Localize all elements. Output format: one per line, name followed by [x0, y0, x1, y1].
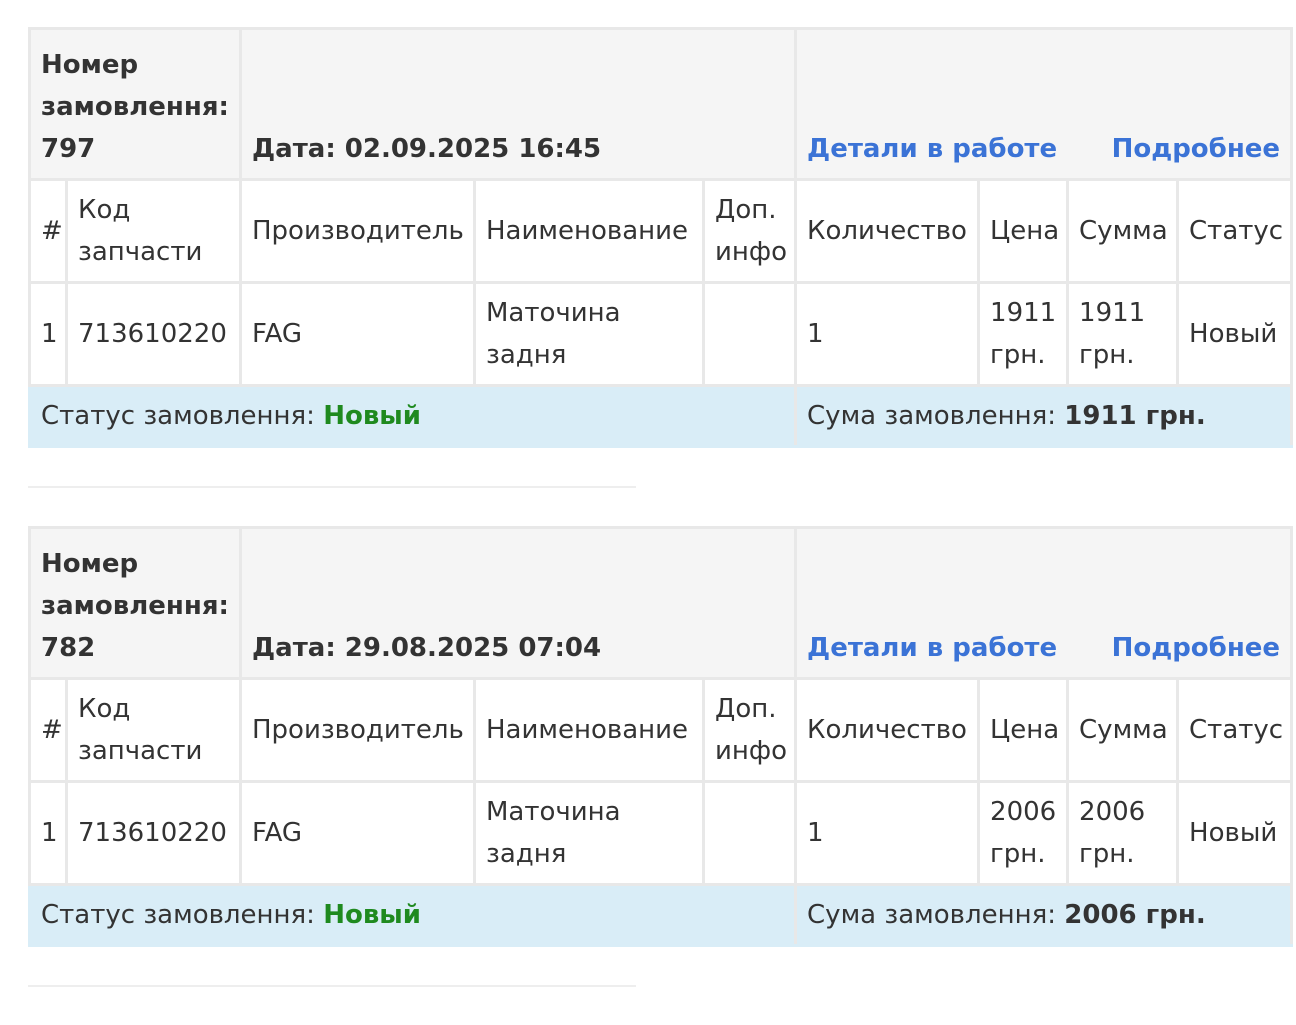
- order-number: 782: [41, 633, 96, 663]
- item-index: 1: [28, 281, 68, 387]
- order-footer-row: Статус замовлення: Новый Сума замовлення…: [27, 384, 1294, 448]
- details-link[interactable]: Подробнее: [1112, 128, 1280, 170]
- item-name: Маточина задня: [473, 780, 705, 886]
- col-extra-header: Доп. инфо: [701, 178, 798, 284]
- col-status-header: Статус: [1176, 178, 1294, 284]
- order-number: 797: [41, 134, 96, 164]
- order-links-cell: Детали в работе Подробнее: [794, 27, 1294, 181]
- item-status: Новый: [1176, 780, 1294, 886]
- item-price: 1911 грн.: [977, 281, 1070, 387]
- item-status: Новый: [1176, 281, 1294, 387]
- order-table: Номер замовлення: 797 Дата: 02.09.2025 1…: [27, 27, 1294, 448]
- column-header-row: # Код запчасти Производитель Наименовани…: [28, 178, 1294, 284]
- order-total-label: Сума замовлення:: [807, 401, 1056, 431]
- order-total-value: 1911 грн.: [1064, 401, 1206, 431]
- col-code-header: Код запчасти: [65, 178, 242, 284]
- order-card: Номер замовлення: 797 Дата: 02.09.2025 1…: [27, 27, 1294, 488]
- table-row: 1 713610220 FAG Маточина задня 1 2006 гр…: [28, 780, 1294, 886]
- order-date-label: Дата:: [252, 134, 336, 164]
- item-manufacturer: FAG: [239, 281, 476, 387]
- order-date-label: Дата:: [252, 633, 336, 663]
- order-table: Номер замовлення: 782 Дата: 29.08.2025 0…: [27, 526, 1294, 947]
- order-total-cell: Сума замовлення: 1911 грн.: [794, 384, 1294, 448]
- col-name-header: Наименование: [473, 677, 705, 783]
- order-status-label: Статус замовлення:: [41, 900, 315, 930]
- order-number-label: Номер замовлення:: [41, 549, 229, 621]
- column-header-row: # Код запчасти Производитель Наименовани…: [28, 677, 1294, 783]
- order-number-cell: Номер замовлення: 797: [28, 27, 242, 181]
- order-header-row: Номер замовлення: 782 Дата: 29.08.2025 0…: [28, 526, 1294, 680]
- order-total-cell: Сума замовлення: 2006 грн.: [794, 883, 1294, 947]
- item-sum: 2006 грн.: [1066, 780, 1180, 886]
- order-status-cell: Статус замовлення: Новый: [27, 883, 798, 947]
- col-price-header: Цена: [977, 178, 1070, 284]
- orders-list: Номер замовлення: 797 Дата: 02.09.2025 1…: [27, 27, 1294, 1025]
- col-sum-header: Сумма: [1066, 677, 1180, 783]
- item-extra: [701, 780, 798, 886]
- item-price: 2006 грн.: [977, 780, 1070, 886]
- col-status-header: Статус: [1176, 677, 1294, 783]
- item-quantity: 1: [794, 780, 981, 886]
- order-footer-row: Статус замовлення: Новый Сума замовлення…: [27, 883, 1294, 947]
- item-extra: [701, 281, 798, 387]
- order-status-value: Новый: [323, 900, 422, 930]
- item-sum: 1911 грн.: [1066, 281, 1180, 387]
- col-name-header: Наименование: [473, 178, 705, 284]
- col-index-header: #: [28, 677, 68, 783]
- col-manufacturer-header: Производитель: [239, 677, 476, 783]
- order-date-cell: Дата: 02.09.2025 16:45: [238, 27, 798, 181]
- order-date: 29.08.2025 07:04: [344, 633, 602, 663]
- order-total-value: 2006 грн.: [1064, 900, 1206, 930]
- work-status-link[interactable]: Детали в работе: [807, 627, 1057, 669]
- item-name: Маточина задня: [473, 281, 705, 387]
- order-number-cell: Номер замовлення: 782: [28, 526, 242, 680]
- col-price-header: Цена: [977, 677, 1070, 783]
- col-index-header: #: [28, 178, 68, 284]
- col-quantity-header: Количество: [794, 178, 981, 284]
- order-date: 02.09.2025 16:45: [344, 134, 602, 164]
- order-status-label: Статус замовлення:: [41, 401, 315, 431]
- order-links-cell: Детали в работе Подробнее: [794, 526, 1294, 680]
- col-sum-header: Сумма: [1066, 178, 1180, 284]
- item-manufacturer: FAG: [239, 780, 476, 886]
- order-total-label: Сума замовлення:: [807, 900, 1056, 930]
- order-divider: [28, 985, 636, 987]
- item-quantity: 1: [794, 281, 981, 387]
- col-manufacturer-header: Производитель: [239, 178, 476, 284]
- order-date-cell: Дата: 29.08.2025 07:04: [238, 526, 798, 680]
- col-code-header: Код запчасти: [65, 677, 242, 783]
- item-code: 713610220: [65, 780, 242, 886]
- order-card: Номер замовлення: 782 Дата: 29.08.2025 0…: [27, 526, 1294, 987]
- order-number-label: Номер замовлення:: [41, 50, 229, 122]
- order-status-value: Новый: [323, 401, 422, 431]
- details-link[interactable]: Подробнее: [1112, 627, 1280, 669]
- order-divider: [28, 486, 636, 488]
- col-quantity-header: Количество: [794, 677, 981, 783]
- order-header-row: Номер замовлення: 797 Дата: 02.09.2025 1…: [28, 27, 1294, 181]
- item-code: 713610220: [65, 281, 242, 387]
- item-index: 1: [28, 780, 68, 886]
- table-row: 1 713610220 FAG Маточина задня 1 1911 гр…: [28, 281, 1294, 387]
- work-status-link[interactable]: Детали в работе: [807, 128, 1057, 170]
- order-status-cell: Статус замовлення: Новый: [27, 384, 798, 448]
- col-extra-header: Доп. инфо: [701, 677, 798, 783]
